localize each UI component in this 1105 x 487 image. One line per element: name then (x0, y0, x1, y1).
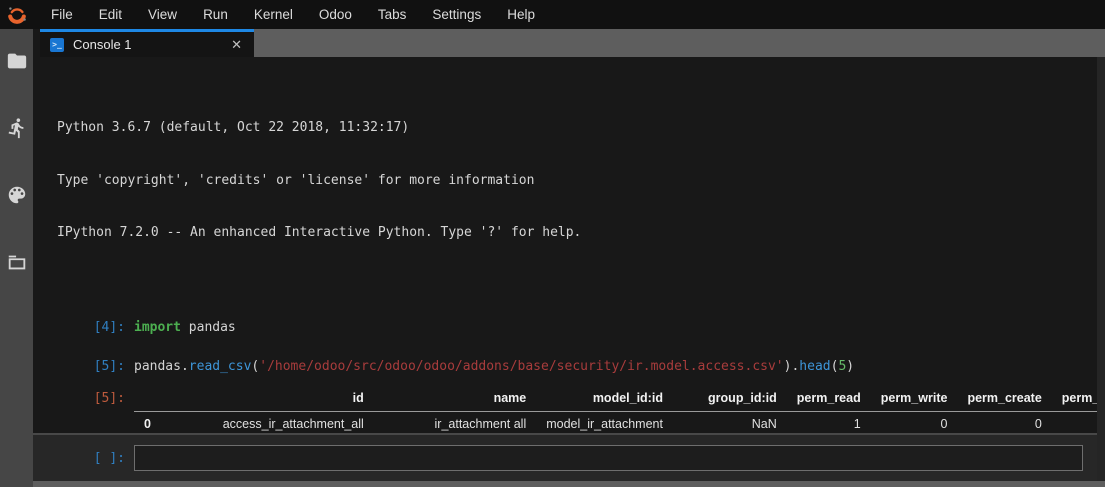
index-column-header (134, 386, 162, 412)
tab-bar-left-pad (33, 29, 40, 57)
menubar: File Edit View Run Kernel Odoo Tabs Sett… (0, 0, 1105, 29)
code-token-plain: ) (846, 359, 854, 374)
banner-line: Type 'copyright', 'credits' or 'license'… (57, 172, 1105, 190)
input-prompt: [5]: (33, 358, 134, 375)
code-cell-5: [5]: pandas.read_csv('/home/odoo/src/odo… (33, 358, 1105, 375)
menu-help[interactable]: Help (494, 0, 548, 29)
code-token-function: read_csv (189, 359, 252, 374)
table-cell: NaN (673, 411, 787, 433)
main-dock: >_ Console 1 ✕ Python 3.6.7 (default, Oc… (33, 29, 1105, 487)
table-cell: 0 (957, 411, 1051, 433)
code-token-function: head (799, 359, 830, 374)
console-input-area: [ ]: (33, 433, 1105, 481)
menu-edit[interactable]: Edit (86, 0, 135, 29)
column-header: name (374, 386, 536, 412)
console-icon: >_ (50, 38, 64, 52)
folder-icon[interactable] (6, 50, 28, 72)
column-header: model_id:id (536, 386, 673, 412)
code-token-plain: pandas (181, 320, 236, 335)
tab-title: Console 1 (73, 37, 229, 52)
app-body: >_ Console 1 ✕ Python 3.6.7 (default, Oc… (0, 29, 1105, 487)
input-prompt: [4]: (33, 319, 134, 336)
tab-console-1[interactable]: >_ Console 1 ✕ (40, 29, 254, 57)
menu-run[interactable]: Run (190, 0, 241, 29)
console-input[interactable] (134, 445, 1083, 471)
output-table: idnamemodel_id:idgroup_id:idperm_readper… (134, 386, 1105, 434)
table-cell: 1 (787, 411, 871, 433)
column-header: id (162, 386, 374, 412)
running-man-icon[interactable] (6, 117, 28, 139)
column-header: group_id:id (673, 386, 787, 412)
table-cell: model_ir_attachment (536, 411, 673, 433)
tab-bar: >_ Console 1 ✕ (33, 29, 1105, 57)
column-header: perm_write (871, 386, 958, 412)
palette-icon[interactable] (6, 184, 28, 206)
menu-view[interactable]: View (135, 0, 190, 29)
code-token-plain: ). (784, 359, 800, 374)
menu-file[interactable]: File (38, 0, 86, 29)
column-header: perm_create (957, 386, 1051, 412)
vertical-scrollbar[interactable] (1097, 57, 1105, 481)
output-prompt: [5]: (33, 390, 134, 434)
left-sidebar (0, 29, 33, 487)
code-line: import pandas (134, 319, 236, 336)
console-panel: Python 3.6.7 (default, Oct 22 2018, 11:3… (33, 57, 1105, 481)
banner-line: Python 3.6.7 (default, Oct 22 2018, 11:3… (57, 119, 1105, 137)
code-line: pandas.read_csv('/home/odoo/src/odoo/odo… (134, 358, 854, 375)
odoo-spinner-logo (5, 3, 29, 27)
menu-odoo[interactable]: Odoo (306, 0, 365, 29)
console-history: Python 3.6.7 (default, Oct 22 2018, 11:3… (33, 57, 1105, 433)
table-cell: access_ir_attachment_all (162, 411, 374, 433)
table-row: 0access_ir_attachment_allir_attachment a… (134, 411, 1105, 433)
row-index: 0 (134, 411, 162, 433)
menu-kernel[interactable]: Kernel (241, 0, 306, 29)
output-cell-5: [5]: idnamemodel_id:idgroup_id:idperm_re… (33, 390, 1105, 434)
code-token-string: '/home/odoo/src/odoo/odoo/addons/base/se… (259, 359, 783, 374)
tabs-icon[interactable] (6, 251, 28, 273)
menu-tabs[interactable]: Tabs (365, 0, 420, 29)
kernel-banner: Python 3.6.7 (default, Oct 22 2018, 11:3… (33, 84, 1105, 277)
code-cell-4: [4]: import pandas (33, 319, 1105, 336)
table-cell: ir_attachment all (374, 411, 536, 433)
table-header-row: idnamemodel_id:idgroup_id:idperm_readper… (134, 386, 1105, 412)
empty-input-prompt: [ ]: (33, 451, 134, 466)
close-icon[interactable]: ✕ (229, 37, 244, 53)
code-token-keyword: import (134, 320, 181, 335)
code-token-plain: pandas. (134, 359, 189, 374)
table-cell: 0 (871, 411, 958, 433)
banner-line: IPython 7.2.0 -- An enhanced Interactive… (57, 224, 1105, 242)
menu-settings[interactable]: Settings (419, 0, 494, 29)
column-header: perm_read (787, 386, 871, 412)
